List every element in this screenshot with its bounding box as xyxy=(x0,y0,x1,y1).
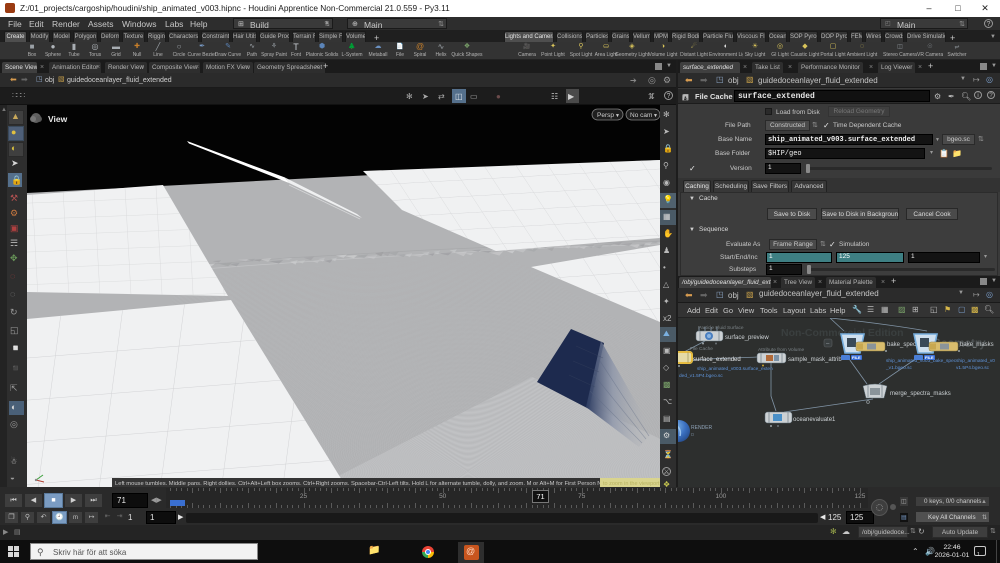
svg-text:v1.5P4.bgeo.sc: v1.5P4.bgeo.sc xyxy=(956,365,990,371)
svg-text:Persp: Persp xyxy=(597,112,614,119)
svg-text:bake_spect: bake_spect xyxy=(887,342,918,348)
svg-text:ship_animated_v0: ship_animated_v0 xyxy=(956,358,995,364)
svg-text:surface_preview: surface_preview xyxy=(725,335,769,341)
svg-text:FILE: FILE xyxy=(925,355,934,360)
svg-text:File Cache: File Cache xyxy=(690,346,713,352)
svg-text:surface_extended: surface_extended xyxy=(693,357,741,363)
svg-text:FILE: FILE xyxy=(852,355,861,360)
svg-text:merge_spectra_masks: merge_spectra_masks xyxy=(890,391,951,397)
svg-text:Particle Fluid Surface: Particle Fluid Surface xyxy=(698,325,744,331)
svg-text:No cam: No cam xyxy=(630,112,652,119)
svg-text:▼: ▼ xyxy=(653,113,658,119)
svg-text:oceanevaluate1: oceanevaluate1 xyxy=(793,417,836,423)
svg-text:D: D xyxy=(691,432,695,437)
svg-text:Attribute from Volume: Attribute from Volume xyxy=(758,347,804,353)
svg-text:RENDER: RENDER xyxy=(691,425,713,431)
svg-text:bake_masks: bake_masks xyxy=(960,342,994,348)
svg-text:View: View xyxy=(48,114,68,124)
svg-text:▼: ▼ xyxy=(615,113,620,119)
svg-text:_v1.bgeo.sc: _v1.bgeo.sc xyxy=(885,365,912,371)
svg-text:ded_v1.5P4.bgeo.sc: ded_v1.5P4.bgeo.sc xyxy=(679,373,723,379)
svg-text:sample_mask_attrib: sample_mask_attrib xyxy=(788,357,842,363)
svg-text:ship_animated_v003.surface_ext: ship_animated_v003.surface_exten xyxy=(697,366,773,372)
